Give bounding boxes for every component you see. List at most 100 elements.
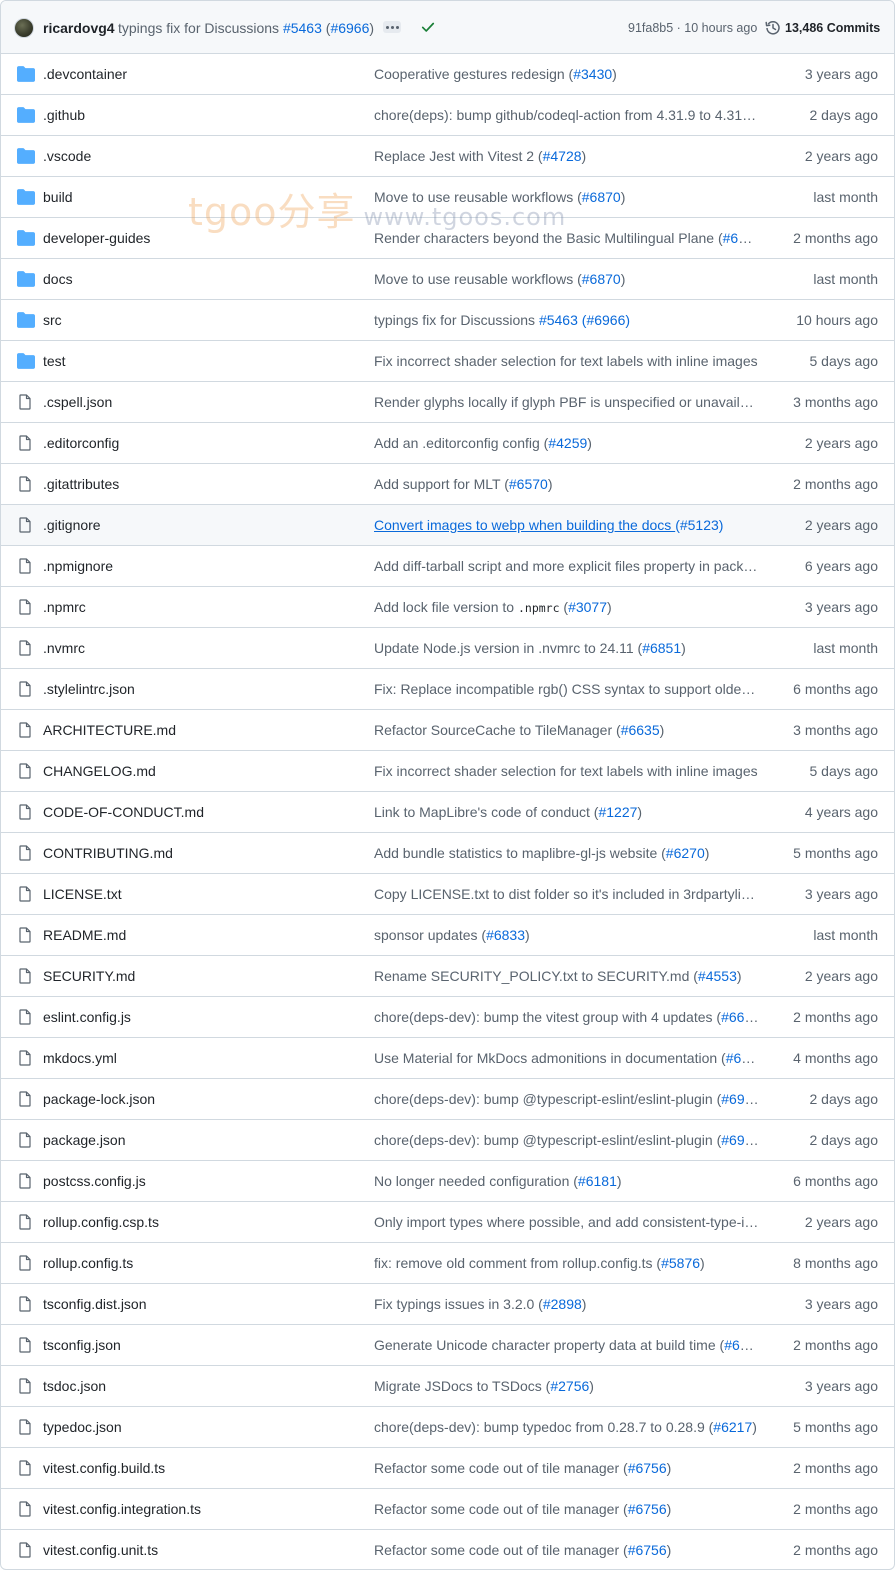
commit-date[interactable]: last month [813, 189, 878, 205]
commit-date[interactable]: 2 years ago [805, 148, 878, 164]
file-row[interactable]: .npmrc Add lock file version to .npmrc (#… [1, 586, 894, 627]
commit-date[interactable]: 4 years ago [805, 804, 878, 820]
commit-message-text[interactable]: Fix typings issues in 3.2.0 ( [374, 1296, 543, 1312]
latest-commit-pr-link-2[interactable]: #6966 [330, 20, 369, 36]
commit-message-text[interactable]: Add diff-tarball script and more explici… [374, 558, 759, 574]
file-name-link[interactable]: tsdoc.json [43, 1378, 106, 1394]
commit-message[interactable]: Render characters beyond the Basic Multi… [374, 230, 759, 246]
commit-message[interactable]: Refactor some code out of tile manager (… [374, 1542, 759, 1558]
commit-date[interactable]: 5 months ago [793, 1419, 878, 1435]
file-row[interactable]: CODE-OF-CONDUCT.md Link to MapLibre's cod… [1, 791, 894, 832]
file-row[interactable]: vitest.config.integration.ts Refactor som… [1, 1488, 894, 1529]
commit-message-text[interactable]: Refactor some code out of tile manager ( [374, 1542, 628, 1558]
file-row[interactable]: eslint.config.js chore(deps-dev): bump th… [1, 996, 894, 1037]
commit-date[interactable]: 3 months ago [793, 722, 878, 738]
latest-commit-pr-link[interactable]: #5463 [283, 20, 322, 36]
file-name-link[interactable]: build [43, 189, 73, 205]
file-name-link[interactable]: tsconfig.json [43, 1337, 121, 1353]
file-row[interactable]: LICENSE.txt Copy LICENSE.txt to dist fold… [1, 873, 894, 914]
file-name-link[interactable]: developer-guides [43, 230, 150, 246]
commit-message-text[interactable]: fix: remove old comment from rollup.conf… [374, 1255, 661, 1271]
commit-message-text[interactable]: chore(deps): bump github/codeql-action f… [374, 107, 759, 123]
commit-message-text[interactable]: Move to use reusable workflows ( [374, 271, 582, 287]
file-name-link[interactable]: .cspell.json [43, 394, 112, 410]
commits-count-link[interactable]: 13,486 Commits [785, 21, 880, 35]
commit-message-text[interactable]: Migrate JSDocs to TSDocs ( [374, 1378, 550, 1394]
file-row[interactable]: tsconfig.json Generate Unicode character … [1, 1324, 894, 1365]
pr-link[interactable]: #6650 [724, 1337, 759, 1353]
file-name-link[interactable]: .stylelintrc.json [43, 681, 135, 697]
pr-link[interactable]: #6900 [721, 1091, 759, 1107]
file-row[interactable]: src typings fix for Discussions #5463 (#6… [1, 299, 894, 340]
pr-link[interactable]: #3430 [573, 66, 612, 82]
commit-message[interactable]: chore(deps-dev): bump @typescript-eslint… [374, 1132, 759, 1148]
file-name-link[interactable]: CODE-OF-CONDUCT.md [43, 804, 204, 820]
file-row[interactable]: postcss.config.js No longer needed config… [1, 1160, 894, 1201]
file-row[interactable]: .vscode Replace Jest with Vitest 2 (#4728… [1, 135, 894, 176]
commit-date[interactable]: 2 days ago [810, 1132, 879, 1148]
history-icon[interactable] [765, 20, 781, 36]
commit-message[interactable]: Fix incorrect shader selection for text … [374, 763, 759, 779]
pr-link[interactable]: #6870 [582, 189, 621, 205]
file-row[interactable]: build Move to use reusable workflows (#68… [1, 176, 894, 217]
file-name-link[interactable]: .nvmrc [43, 640, 85, 656]
commit-message[interactable]: Render glyphs locally if glyph PBF is un… [374, 394, 759, 410]
file-name-link[interactable]: .devcontainer [43, 66, 127, 82]
pr-link[interactable]: #6181 [578, 1173, 617, 1189]
commit-date[interactable]: 3 months ago [793, 394, 878, 410]
commit-date[interactable]: last month [813, 640, 878, 656]
commit-date[interactable]: 3 years ago [805, 1296, 878, 1312]
pr-link[interactable]: #4553 [698, 968, 737, 984]
file-row[interactable]: SECURITY.md Rename SECURITY_POLICY.txt to… [1, 955, 894, 996]
file-name-link[interactable]: CONTRIBUTING.md [43, 845, 173, 861]
file-row[interactable]: vitest.config.unit.ts Refactor some code … [1, 1529, 894, 1569]
file-name-link[interactable]: vitest.config.integration.ts [43, 1501, 201, 1517]
commit-message-text[interactable]: typings fix for Discussions [374, 312, 539, 328]
pr-link[interactable]: #5463 [539, 312, 578, 328]
commit-date[interactable]: 3 years ago [805, 1378, 878, 1394]
commit-message-text[interactable]: Fix: Replace incompatible rgb() CSS synt… [374, 681, 759, 697]
file-row[interactable]: mkdocs.yml Use Material for MkDocs admoni… [1, 1037, 894, 1078]
commit-message-text[interactable]: Add lock file version to [374, 599, 518, 615]
file-row[interactable]: .editorconfig Add an .editorconfig config… [1, 422, 894, 463]
pr-link[interactable]: #6660 [721, 1009, 759, 1025]
commit-date[interactable]: 3 years ago [805, 599, 878, 615]
file-row[interactable]: rollup.config.csp.ts Only import types wh… [1, 1201, 894, 1242]
commit-message[interactable]: Move to use reusable workflows (#6870) [374, 189, 759, 205]
commit-message-text[interactable]: chore(deps-dev): bump @typescript-eslint… [374, 1091, 721, 1107]
commit-message-text[interactable]: Cooperative gestures redesign ( [374, 66, 573, 82]
commit-message[interactable]: Add an .editorconfig config (#4259) [374, 435, 759, 451]
file-name-link[interactable]: CHANGELOG.md [43, 763, 156, 779]
commit-date[interactable]: 8 months ago [793, 1255, 878, 1271]
commit-date[interactable]: 6 months ago [793, 1173, 878, 1189]
commit-message-text[interactable]: chore(deps-dev): bump @typescript-eslint… [374, 1132, 721, 1148]
commit-date[interactable]: 10 hours ago [796, 312, 878, 328]
commit-message-text[interactable]: Rename SECURITY_POLICY.txt to SECURITY.m… [374, 968, 698, 984]
commit-date[interactable]: 3 years ago [805, 66, 878, 82]
pr-link[interactable]: #2898 [543, 1296, 582, 1312]
pr-link[interactable]: #4728 [543, 148, 582, 164]
commit-message[interactable]: Fix incorrect shader selection for text … [374, 353, 759, 369]
commit-message[interactable]: chore(deps-dev): bump @typescript-eslint… [374, 1091, 759, 1107]
ellipsis-button[interactable] [383, 21, 401, 33]
commit-date[interactable]: 4 months ago [793, 1050, 878, 1066]
latest-commit-text[interactable]: typings fix for Discussions [118, 20, 283, 36]
commit-message[interactable]: Rename SECURITY_POLICY.txt to SECURITY.m… [374, 968, 759, 984]
pr-link[interactable]: #6756 [628, 1460, 667, 1476]
commit-message[interactable]: sponsor updates (#6833) [374, 927, 759, 943]
file-name-link[interactable]: ARCHITECTURE.md [43, 722, 176, 738]
pr-link[interactable]: #6756 [628, 1542, 667, 1558]
commit-date[interactable]: 2 months ago [793, 1337, 878, 1353]
pr-link[interactable]: (#5123) [675, 517, 723, 533]
pr-link[interactable]: #3077 [568, 599, 607, 615]
file-row[interactable]: .nvmrc Update Node.js version in .nvmrc t… [1, 627, 894, 668]
commit-message[interactable]: Generate Unicode character property data… [374, 1337, 759, 1353]
pr-link[interactable]: #2756 [550, 1378, 589, 1394]
commit-message[interactable]: Add diff-tarball script and more explici… [374, 558, 759, 574]
commit-date[interactable]: 2 months ago [793, 1501, 878, 1517]
pr-link[interactable]: #1227 [598, 804, 637, 820]
file-row[interactable]: .cspell.json Render glyphs locally if gly… [1, 381, 894, 422]
file-name-link[interactable]: postcss.config.js [43, 1173, 146, 1189]
commit-author[interactable]: ricardovg4 [43, 20, 115, 36]
commit-message[interactable]: Refactor some code out of tile manager (… [374, 1501, 759, 1517]
